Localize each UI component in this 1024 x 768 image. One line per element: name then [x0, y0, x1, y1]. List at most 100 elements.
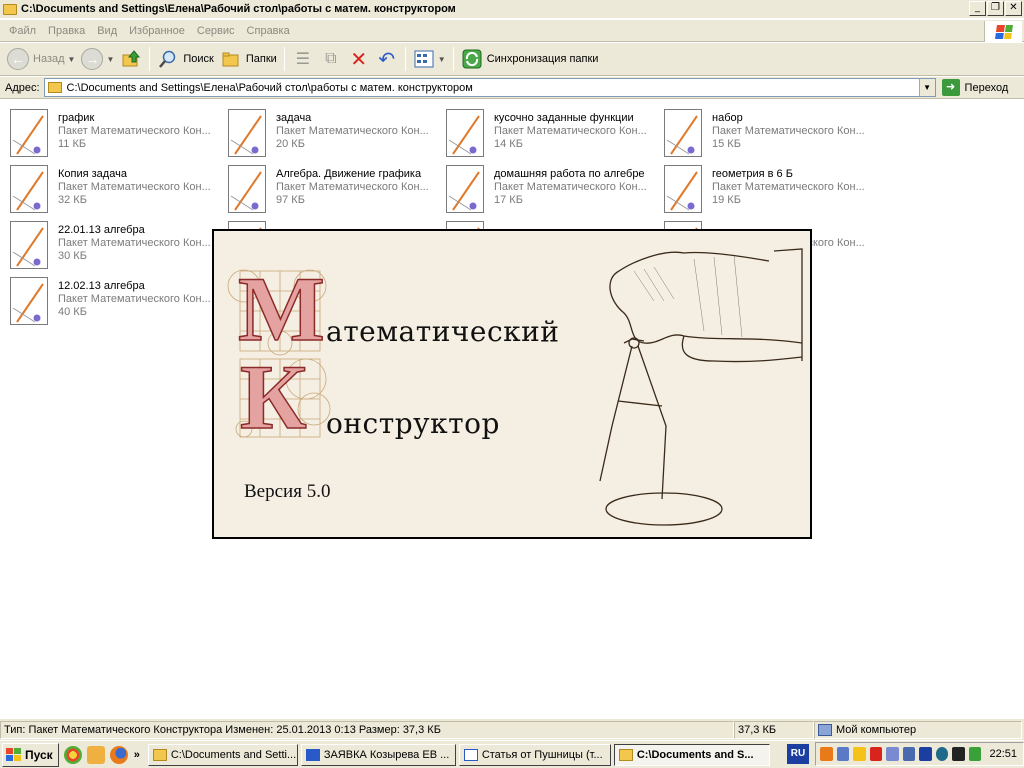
task-label: C:\Documents and S...	[636, 748, 754, 761]
file-item[interactable]: геометрия в 6 Б Пакет Математического Кон…	[654, 159, 870, 213]
toolbar-separator	[283, 47, 285, 71]
menu-help[interactable]: Справка	[241, 25, 296, 37]
file-type: Пакет Математического Кон...	[712, 181, 865, 193]
taskbar: Пуск » C:\Documents and Setti... ЗАЯВКА …	[0, 740, 1024, 768]
math-package-file-icon	[10, 277, 50, 325]
go-button[interactable]: ➜ Переход	[941, 79, 1008, 96]
file-name: Копия задача	[58, 168, 127, 180]
menu-view[interactable]: Вид	[91, 25, 123, 37]
task-word-document[interactable]: ЗАЯВКА Козырева ЕВ ...	[300, 743, 456, 766]
address-value[interactable]: C:\Documents and Settings\Елена\Рабочий …	[67, 82, 473, 94]
my-computer-icon	[818, 723, 832, 736]
file-name: Алгебра. Движение графика	[276, 168, 422, 180]
toolbar-separator	[404, 47, 406, 71]
status-bar: Тип: Пакет Математического Конструктора …	[0, 718, 1024, 740]
file-type: Пакет Математического Кон...	[494, 181, 647, 193]
clock[interactable]: 22:51	[989, 748, 1017, 760]
task-article[interactable]: Статья от Пушницы (т...	[458, 743, 611, 766]
file-name: геометрия в 6 Б	[712, 168, 793, 180]
task-explorer-1[interactable]: C:\Documents and Setti...	[147, 743, 298, 766]
file-item[interactable]: 22.01.13 алгебра Пакет Математического Ко…	[0, 215, 216, 269]
math-package-file-icon	[446, 165, 486, 213]
tray-display-icon[interactable]	[886, 747, 899, 761]
task-label: ЗАЯВКА Козырева ЕВ ...	[323, 748, 450, 761]
tray-devices-icon[interactable]	[902, 747, 916, 761]
file-size: 14 КБ	[494, 138, 523, 150]
file-item[interactable]: график Пакет Математического Кон... 11 КБ	[0, 103, 216, 157]
folder-icon	[618, 748, 633, 761]
views-dropdown-icon[interactable]: ▼	[438, 55, 446, 64]
quicklaunch-more-icon[interactable]: »	[134, 749, 140, 761]
up-button[interactable]	[117, 45, 145, 73]
window-controls: _ ❐ ✕	[969, 1, 1022, 16]
forward-dropdown-icon[interactable]: ▼	[106, 55, 114, 64]
windows-flag-icon	[994, 24, 1013, 39]
file-size: 11 КБ	[58, 138, 87, 150]
tray-bluetooth-icon[interactable]	[919, 747, 932, 761]
menu-favorites[interactable]: Избранное	[123, 25, 191, 37]
close-button[interactable]: ✕	[1005, 1, 1022, 16]
tray-security-shield-icon[interactable]	[853, 747, 866, 761]
math-package-file-icon	[10, 165, 50, 213]
math-package-file-icon	[664, 165, 704, 213]
address-input[interactable]: C:\Documents and Settings\Елена\Рабочий …	[43, 78, 936, 97]
file-name: кусочно заданные функции	[494, 112, 634, 124]
folders-button[interactable]: Папки	[217, 45, 280, 73]
address-dropdown-icon[interactable]: ▼	[918, 79, 935, 96]
splash-version: Версия 5.0	[244, 481, 331, 502]
menu-edit[interactable]: Правка	[42, 25, 91, 37]
folders-label: Папки	[245, 53, 277, 65]
file-item[interactable]: Алгебра. Движение графика Пакет Математич…	[218, 159, 434, 213]
maximize-button[interactable]: ❐	[987, 1, 1004, 16]
undo-button[interactable]: ↶	[373, 45, 401, 73]
tray-network-icon[interactable]	[836, 747, 850, 761]
delete-button[interactable]: ✕	[345, 45, 373, 73]
tray-battery-icon[interactable]	[968, 747, 982, 761]
tray-volume-icon[interactable]	[952, 747, 965, 761]
file-type: Пакет Математического Кон...	[712, 125, 865, 137]
back-dropdown-icon[interactable]: ▼	[68, 55, 76, 64]
file-type: Пакет Математического Кон...	[58, 181, 211, 193]
sync-label: Синхронизация папки	[486, 53, 599, 65]
search-button[interactable]: Поиск	[154, 45, 216, 73]
file-type: Пакет Математического Кон...	[58, 125, 211, 137]
firefox-icon[interactable]	[109, 745, 128, 764]
back-arrow-icon: ←	[7, 48, 29, 70]
back-label: Назад	[33, 53, 65, 65]
forward-arrow-icon: →	[81, 48, 104, 70]
file-item[interactable]: кусочно заданные функции Пакет Математиче…	[436, 103, 652, 157]
document-icon	[463, 748, 478, 761]
chrome-browser-icon[interactable]	[63, 745, 82, 764]
tray-app-icon[interactable]	[820, 747, 833, 761]
menu-file[interactable]: Файл	[3, 25, 42, 37]
folders-icon	[220, 48, 242, 70]
minimize-button[interactable]: _	[969, 1, 986, 16]
sync-folder-button[interactable]: Синхронизация папки	[458, 45, 602, 73]
tray-media-icon[interactable]	[935, 747, 949, 761]
file-item[interactable]: задача Пакет Математического Кон... 20 КБ	[218, 103, 434, 157]
search-icon	[157, 48, 179, 70]
forward-button[interactable]: → ▼	[78, 45, 117, 73]
language-indicator[interactable]: RU	[787, 744, 809, 764]
task-label: Статья от Пушницы (т...	[481, 748, 603, 761]
tray-alert-icon[interactable]	[869, 747, 883, 761]
move-to-button[interactable]: ☰	[289, 45, 317, 73]
file-item[interactable]: 12.02.13 алгебра Пакет Математического Ко…	[0, 271, 216, 325]
views-grid-icon	[413, 48, 435, 70]
menu-tools[interactable]: Сервис	[191, 25, 241, 37]
hand-with-compass-illustration	[599, 248, 803, 526]
status-location-label: Мой компьютер	[836, 723, 917, 736]
file-item[interactable]: Копия задача Пакет Математического Кон...…	[0, 159, 216, 213]
views-button[interactable]: ▼	[410, 45, 449, 73]
copy-to-button[interactable]: ⧉	[317, 45, 345, 73]
toolbar-separator	[452, 47, 454, 71]
status-location: Мой компьютер	[814, 720, 1022, 739]
start-button[interactable]: Пуск	[2, 742, 59, 767]
back-button[interactable]: ← Назад ▼	[4, 45, 78, 73]
file-item[interactable]: домашняя работа по алгебре Пакет Математи…	[436, 159, 652, 213]
task-explorer-active[interactable]: C:\Documents and S...	[613, 743, 770, 766]
file-type: Пакет Математического Кон...	[58, 293, 211, 305]
messenger-icon[interactable]	[86, 745, 105, 764]
title-bar: C:\Documents and Settings\Елена\Рабочий …	[0, 0, 1024, 19]
file-item[interactable]: набор Пакет Математического Кон... 15 КБ	[654, 103, 870, 157]
